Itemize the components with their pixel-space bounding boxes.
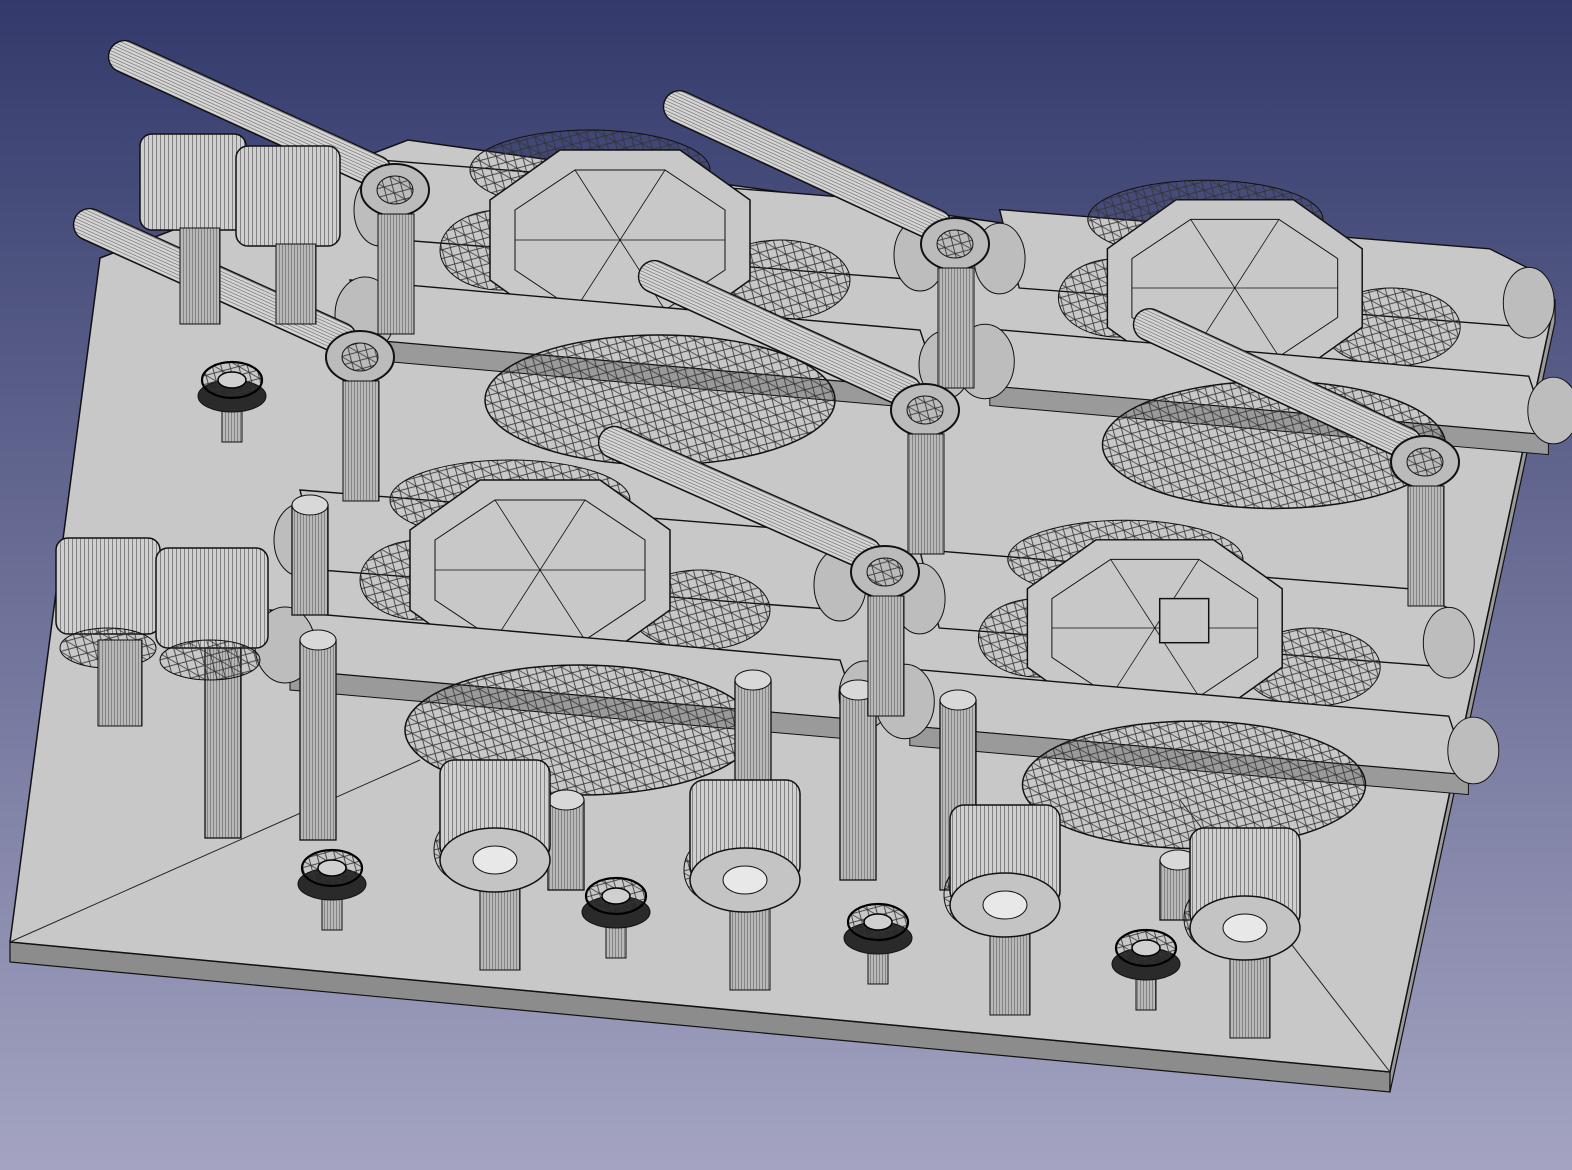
pin[interactable]	[299, 629, 337, 841]
scene-canvas[interactable]	[0, 0, 1572, 1170]
pin[interactable]	[291, 494, 329, 616]
3d-viewport[interactable]	[0, 0, 1572, 1170]
square-boss[interactable]	[1158, 597, 1210, 644]
pin[interactable]	[547, 789, 585, 891]
